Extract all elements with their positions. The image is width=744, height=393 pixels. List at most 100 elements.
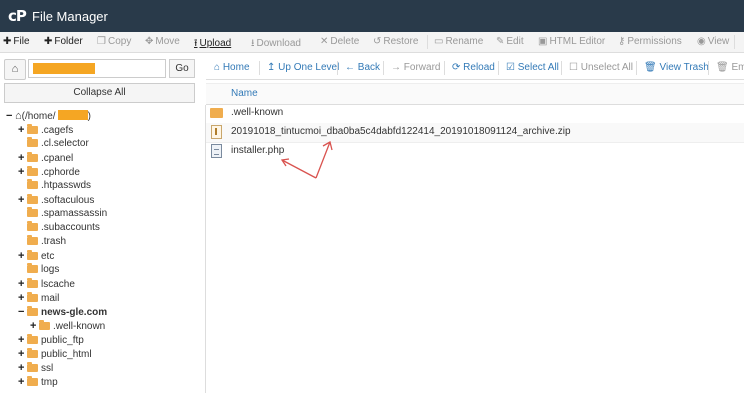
up-one-level-button[interactable]: ↥ Up One Level [267, 62, 339, 73]
home-directory-button[interactable]: ⌂ [4, 59, 26, 80]
column-header-name[interactable]: Name [206, 83, 744, 105]
copy-icon: ❐ [97, 36, 106, 47]
path-controls: ⌂ Go Collapse All [0, 53, 205, 105]
expand-icon[interactable]: + [18, 249, 26, 263]
folder-icon [27, 207, 38, 217]
folder-icon [27, 292, 38, 302]
permissions-button[interactable]: ⚷ Permissions [618, 36, 682, 47]
toolbar-divider [498, 61, 499, 75]
delete-button[interactable]: ✕ Delete [320, 36, 359, 47]
folder-icon [27, 334, 38, 344]
file-row[interactable]: 20191018_tintucmoi_dba0ba5c4dabfd122414_… [206, 123, 744, 143]
cpanel-logo-icon[interactable]: cP [8, 7, 27, 25]
go-button[interactable]: Go [169, 59, 195, 78]
tree-item[interactable]: + .well-known [30, 319, 105, 333]
folder-icon [27, 376, 38, 386]
rename-button[interactable]: ▭ Rename [434, 36, 483, 47]
php-file-icon [211, 144, 222, 158]
redacted-username [57, 110, 88, 120]
pencil-icon: ✎ [496, 36, 505, 47]
toolbar-divider [708, 61, 709, 75]
tree-item[interactable]: + public_html [18, 347, 92, 361]
back-button[interactable]: ← Back [345, 62, 380, 73]
edit-button[interactable]: ✎ Edit [496, 36, 524, 47]
expand-icon[interactable]: + [18, 151, 26, 165]
empty-trash-button[interactable]: 🗑 Emp [716, 62, 744, 73]
toolbar-divider [427, 35, 428, 49]
tree-item[interactable]: + tmp [18, 375, 58, 389]
restore-button[interactable]: ↺ Restore [373, 36, 418, 47]
folder-icon [27, 235, 38, 245]
file-row[interactable]: installer.php [206, 142, 744, 161]
path-input[interactable] [28, 59, 166, 78]
folder-icon [27, 362, 38, 372]
checkbox-empty-icon: ☐ [569, 62, 578, 73]
reload-button[interactable]: ⟳ Reload [452, 62, 495, 73]
tree-item-selected[interactable]: − news-gle.com [18, 305, 107, 319]
tree-item[interactable]: + .cphorde [18, 165, 80, 179]
checkbox-checked-icon: ☑ [506, 62, 515, 73]
tree-item[interactable]: + etc [18, 249, 54, 263]
home-button[interactable]: ⌂ Home [214, 62, 250, 73]
collapse-icon[interactable]: − [18, 305, 26, 319]
collapse-all-button[interactable]: Collapse All [4, 83, 195, 103]
plus-icon: ✚ [44, 36, 53, 47]
file-name: installer.php [231, 145, 285, 156]
arrow-right-icon: → [391, 62, 401, 73]
upload-button[interactable]: ⭱ Upload [194, 36, 231, 52]
folder-icon [27, 348, 38, 358]
tree-item[interactable]: .subaccounts [27, 221, 100, 235]
tree-item[interactable]: + public_ftp [18, 333, 84, 347]
tree-item[interactable]: logs [27, 263, 59, 277]
copy-button[interactable]: ❐ Copy [97, 36, 131, 47]
rename-icon: ▭ [434, 36, 444, 47]
file-row[interactable]: .well-known [206, 104, 744, 124]
close-icon: ✕ [320, 36, 329, 47]
folder-icon [27, 263, 38, 273]
unselect-all-button[interactable]: ☐ Unselect All [569, 62, 633, 73]
move-icon: ✥ [145, 36, 154, 47]
expand-icon[interactable]: + [18, 361, 26, 375]
tree-item[interactable]: + .softaculous [18, 193, 94, 207]
upload-icon: ⭱ [194, 38, 198, 49]
tree-item[interactable]: .cl.selector [27, 137, 89, 151]
forward-button[interactable]: → Forward [391, 62, 440, 73]
tree-item[interactable]: + .cpanel [18, 151, 73, 165]
view-button[interactable]: ◉ View [697, 36, 729, 47]
toolbar-divider [337, 61, 338, 75]
html-editor-button[interactable]: ▣ HTML Editor [538, 36, 605, 47]
navigation-toolbar: ⌂ Home ↥ Up One Level ← Back → Forward ⟳… [206, 57, 744, 80]
tree-item[interactable]: + ssl [18, 361, 53, 375]
new-file-button[interactable]: ✚ File [3, 36, 30, 47]
expand-icon[interactable]: + [18, 347, 26, 361]
expand-icon[interactable]: + [18, 333, 26, 347]
folder-icon [27, 250, 38, 260]
expand-icon[interactable]: + [18, 277, 26, 291]
new-folder-button[interactable]: ✚ Folder [44, 36, 83, 47]
expand-icon[interactable]: + [18, 291, 26, 305]
tree-item[interactable]: + lscache [18, 277, 75, 291]
tree-item[interactable]: .trash [27, 235, 66, 249]
main-toolbar: ✚ File ✚ Folder ❐ Copy ✥ Move ⭱ Upload ⭳ Downl… [0, 32, 744, 53]
view-trash-button[interactable]: 🗑 View Trash [644, 62, 709, 73]
expand-icon[interactable]: + [30, 319, 38, 333]
move-button[interactable]: ✥ Move [145, 36, 180, 47]
home-icon: ⌂ [15, 110, 22, 122]
folder-icon [27, 179, 38, 189]
expand-icon[interactable]: + [18, 193, 26, 207]
tree-item[interactable]: .spamassassin [27, 207, 107, 221]
expand-icon[interactable]: + [18, 165, 26, 179]
expand-icon[interactable]: + [18, 123, 26, 137]
redacted-path [33, 63, 95, 74]
select-all-button[interactable]: ☑ Select All [506, 62, 559, 73]
download-button[interactable]: ⭳ Download [251, 36, 301, 52]
tree-item[interactable]: + mail [18, 291, 59, 305]
expand-icon[interactable]: + [18, 375, 26, 389]
tree-root[interactable]: − ⌂(/home/) [6, 109, 91, 123]
collapse-icon[interactable]: − [6, 109, 14, 123]
tree-item[interactable]: + .cagefs [18, 123, 73, 137]
folder-icon [27, 124, 38, 134]
tree-item[interactable]: .htpasswds [27, 179, 91, 193]
folder-icon [27, 166, 38, 176]
app-header: cP File Manager [0, 0, 744, 32]
